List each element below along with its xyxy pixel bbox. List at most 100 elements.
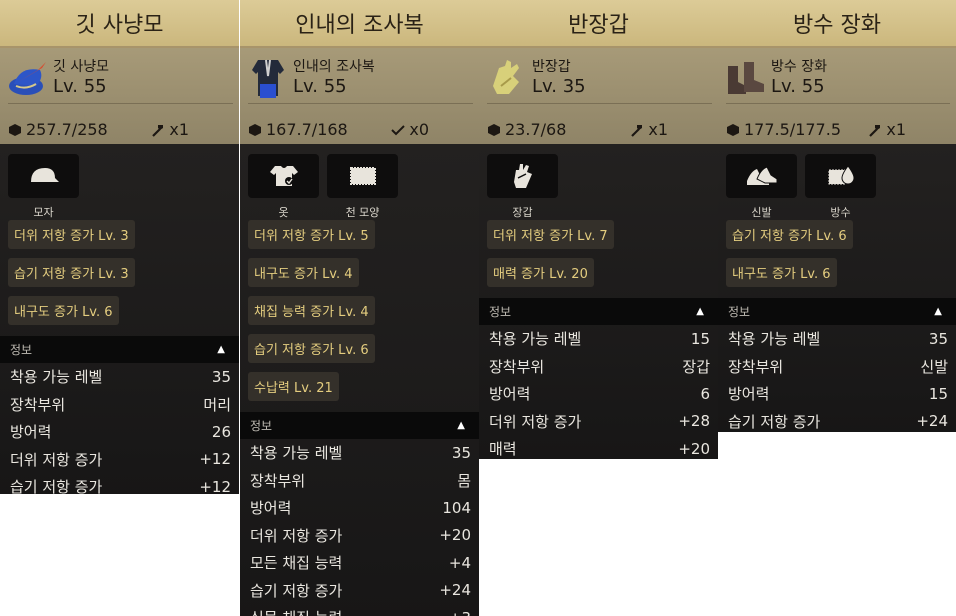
weight-value: 257.7/258 bbox=[26, 120, 108, 139]
slot-row: 옷 천 모양 bbox=[240, 154, 479, 220]
hammer-icon bbox=[631, 124, 643, 137]
stat-row: 방어력 6 bbox=[479, 380, 718, 408]
info-label: 정보 bbox=[250, 419, 273, 433]
slot-row: 장갑 bbox=[479, 154, 718, 220]
collapse-triangle-icon[interactable]: ▲ bbox=[934, 306, 942, 317]
buff-tag: 내구도 증가 Lv. 6 bbox=[8, 296, 119, 325]
buff-tag: 습기 저항 증가 Lv. 6 bbox=[248, 334, 375, 363]
info-label: 정보 bbox=[489, 305, 512, 319]
item-level: Lv. 55 bbox=[293, 76, 347, 97]
stat-value: 몸 bbox=[457, 471, 471, 490]
repair-icon bbox=[391, 124, 406, 135]
info-header[interactable]: 정보 ▲ bbox=[240, 412, 479, 439]
buff-tag: 습기 저항 증가 Lv. 3 bbox=[8, 258, 135, 287]
collapse-triangle-icon[interactable]: ▲ bbox=[696, 306, 704, 317]
stat-key: 착용 가능 레벨 bbox=[10, 368, 103, 387]
stat-value: 104 bbox=[442, 498, 471, 517]
stat-value: 35 bbox=[211, 367, 231, 386]
repair-tool-count: x0 bbox=[390, 120, 429, 139]
feathered-hat-icon bbox=[6, 56, 50, 100]
item-level: Lv. 35 bbox=[532, 76, 586, 97]
buff-tag: 습기 저항 증가 Lv. 6 bbox=[726, 220, 853, 249]
stat-key: 착용 가능 레벨 bbox=[489, 330, 582, 349]
slot-label: 모자 bbox=[33, 206, 54, 219]
collapse-triangle-icon[interactable]: ▲ bbox=[457, 420, 465, 431]
slot[interactable]: 신발 bbox=[726, 154, 797, 220]
stat-key: 방어력 bbox=[728, 385, 770, 404]
weight-readout: 167.7/168 bbox=[248, 120, 348, 139]
buff-list: 더위 저항 증가 Lv. 7 매력 증가 Lv. 20 bbox=[479, 220, 718, 298]
stat-row: 착용 가능 레벨 35 bbox=[718, 325, 956, 353]
stat-row: 방어력 26 bbox=[0, 418, 239, 446]
buff-tag: 내구도 증가 Lv. 6 bbox=[726, 258, 837, 287]
buff-list: 더위 저항 증가 Lv. 3 습기 저항 증가 Lv. 3 내구도 증가 Lv.… bbox=[0, 220, 239, 336]
stat-value: 6 bbox=[700, 384, 710, 403]
buff-list: 습기 저항 증가 Lv. 6 내구도 증가 Lv. 6 bbox=[718, 220, 956, 298]
card-body: 장갑 더위 저항 증가 Lv. 7 매력 증가 Lv. 20 정보 ▲ 착용 가… bbox=[479, 144, 718, 459]
stat-value: +24 bbox=[439, 581, 471, 600]
card-body: 모자 더위 저항 증가 Lv. 3 습기 저항 증가 Lv. 3 내구도 증가 … bbox=[0, 144, 239, 494]
glove-icon bbox=[487, 154, 558, 198]
weight-value: 23.7/68 bbox=[505, 120, 567, 139]
weight-value: 167.7/168 bbox=[266, 120, 348, 139]
stat-row: 장착부위 신발 bbox=[718, 353, 956, 381]
slot[interactable]: 모자 bbox=[8, 154, 79, 220]
tool-count: x1 bbox=[886, 120, 906, 139]
stat-key: 습기 저항 증가 bbox=[728, 412, 821, 431]
stat-key: 습기 저항 증가 bbox=[250, 581, 343, 600]
slot-label: 방수 bbox=[830, 206, 851, 219]
stat-key: 장착부위 bbox=[728, 357, 784, 376]
waterproof-icon bbox=[805, 154, 876, 198]
weight-value: 177.5/177.5 bbox=[744, 120, 841, 139]
stat-row: 습기 저항 증가 +24 bbox=[718, 408, 956, 433]
info-header[interactable]: 정보 ▲ bbox=[0, 336, 239, 363]
slot-label: 장갑 bbox=[512, 206, 533, 219]
stat-row: 식물 채집 능력 +3 bbox=[240, 604, 479, 616]
stat-value: 35 bbox=[928, 329, 948, 348]
divider bbox=[8, 103, 233, 104]
buff-tag: 더위 저항 증가 Lv. 5 bbox=[248, 220, 375, 249]
stat-value: +12 bbox=[199, 450, 231, 469]
cap-icon bbox=[8, 154, 79, 198]
item-header: 반장갑 Lv. 35 23.7/68 x1 bbox=[479, 48, 718, 144]
stat-row: 방어력 104 bbox=[240, 494, 479, 522]
cube-icon bbox=[249, 123, 261, 136]
stat-key: 장착부위 bbox=[250, 471, 306, 490]
stat-row: 더위 저항 증가 +28 bbox=[479, 408, 718, 436]
stat-row: 착용 가능 레벨 35 bbox=[240, 439, 479, 467]
slot-label: 옷 bbox=[278, 206, 289, 219]
slot[interactable]: 옷 bbox=[248, 154, 319, 220]
stat-row: 더위 저항 증가 +12 bbox=[0, 446, 239, 474]
stat-key: 장착부위 bbox=[489, 357, 545, 376]
stat-row: 장착부위 몸 bbox=[240, 467, 479, 495]
info-header[interactable]: 정보 ▲ bbox=[718, 298, 956, 325]
stat-value: +12 bbox=[199, 477, 231, 494]
card-body: 신발 방수 습기 저항 증가 Lv. 6 내구도 증가 Lv. 6 정보 ▲ 착… bbox=[718, 144, 956, 432]
stat-key: 장착부위 bbox=[10, 395, 66, 414]
stat-value: +4 bbox=[448, 553, 471, 572]
stat-key: 착용 가능 레벨 bbox=[250, 444, 343, 463]
stat-value: +20 bbox=[439, 526, 471, 545]
slot-row: 모자 bbox=[0, 154, 239, 220]
tool-count: x1 bbox=[648, 120, 668, 139]
stat-value: +24 bbox=[916, 412, 948, 431]
stat-key: 방어력 bbox=[250, 499, 292, 518]
info-header[interactable]: 정보 ▲ bbox=[479, 298, 718, 325]
slot[interactable]: 장갑 bbox=[487, 154, 558, 220]
slot[interactable]: 방수 bbox=[805, 154, 876, 220]
slot-row: 신발 방수 bbox=[718, 154, 956, 220]
stat-row: 모든 채집 능력 +4 bbox=[240, 549, 479, 577]
stat-row: 더위 저항 증가 +20 bbox=[240, 522, 479, 550]
slot[interactable]: 천 모양 bbox=[327, 154, 398, 220]
stat-row: 습기 저항 증가 +24 bbox=[240, 577, 479, 605]
item-name: 반장갑 bbox=[532, 59, 571, 75]
stat-key: 착용 가능 레벨 bbox=[728, 330, 821, 349]
stat-key: 방어력 bbox=[10, 423, 52, 442]
waterproof-boots-icon bbox=[724, 56, 768, 100]
buff-tag: 내구도 증가 Lv. 4 bbox=[248, 258, 359, 287]
stat-value: +20 bbox=[678, 439, 710, 458]
collapse-triangle-icon[interactable]: ▲ bbox=[217, 344, 225, 355]
item-card-survey-suit: 인내의 조사복 인내의 조사복 Lv. 55 167.7/168 x0 옷 천 … bbox=[240, 0, 479, 616]
stat-row: 장착부위 장갑 bbox=[479, 353, 718, 381]
stat-value: 35 bbox=[451, 443, 471, 462]
